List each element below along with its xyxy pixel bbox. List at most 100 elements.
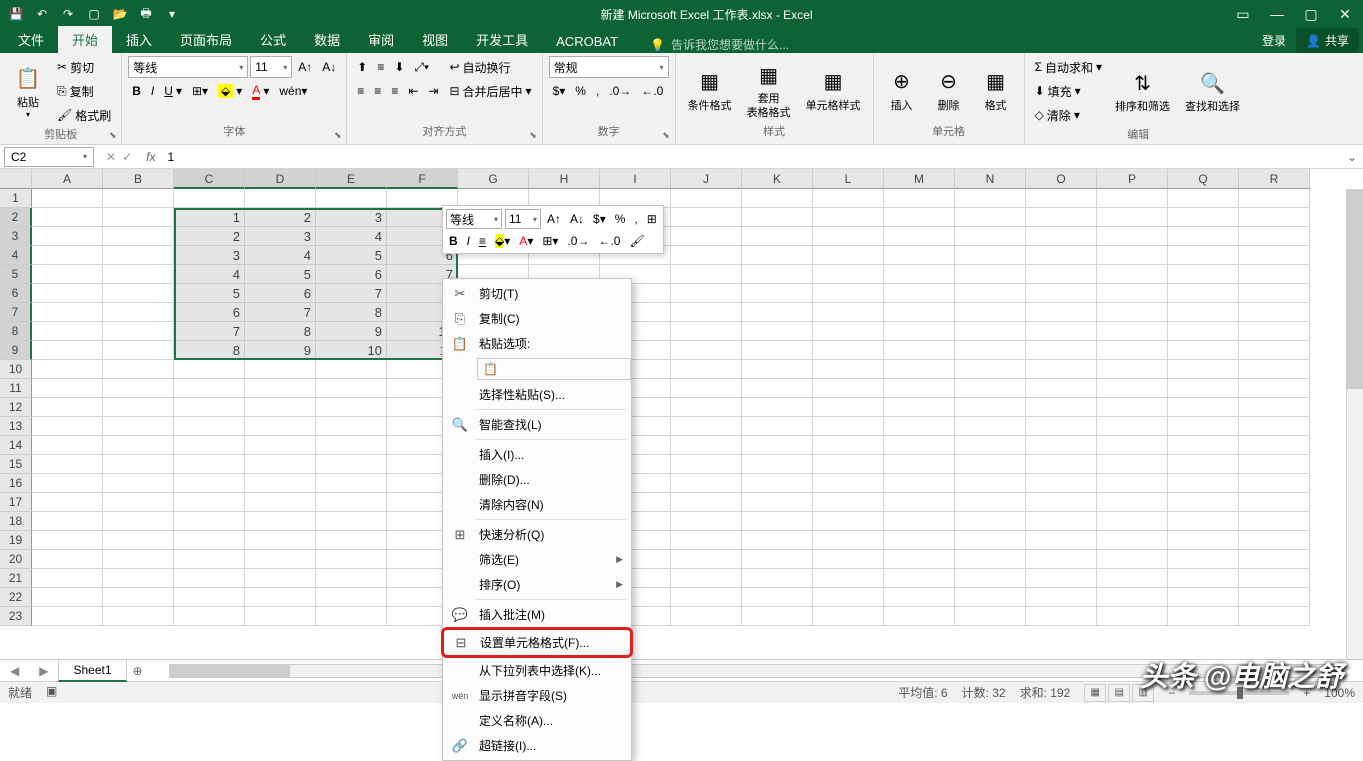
cell-J20[interactable] bbox=[671, 550, 742, 569]
cell-P13[interactable] bbox=[1097, 417, 1168, 436]
cell-L3[interactable] bbox=[813, 227, 884, 246]
mini-font-color[interactable]: A▾ bbox=[516, 232, 536, 250]
cell-E5[interactable]: 6 bbox=[316, 265, 387, 284]
mini-shrink-font[interactable]: A↓ bbox=[567, 210, 587, 228]
cell-R1[interactable] bbox=[1239, 189, 1310, 208]
cell-K7[interactable] bbox=[742, 303, 813, 322]
col-header-M[interactable]: M bbox=[884, 169, 955, 189]
cell-N4[interactable] bbox=[955, 246, 1026, 265]
cell-P7[interactable] bbox=[1097, 303, 1168, 322]
cell-E20[interactable] bbox=[316, 550, 387, 569]
print-icon[interactable]: 🖶 bbox=[134, 3, 158, 25]
fx-icon[interactable]: fx bbox=[140, 150, 161, 164]
cell-E6[interactable]: 7 bbox=[316, 284, 387, 303]
tab-insert[interactable]: 插入 bbox=[112, 26, 166, 53]
cell-B9[interactable] bbox=[103, 341, 174, 360]
cell-C22[interactable] bbox=[174, 588, 245, 607]
cell-N13[interactable] bbox=[955, 417, 1026, 436]
cell-A20[interactable] bbox=[32, 550, 103, 569]
tab-formulas[interactable]: 公式 bbox=[246, 26, 300, 53]
insert-cells-button[interactable]: ⊕插入 bbox=[880, 56, 924, 123]
delete-cells-button[interactable]: ⊖删除 bbox=[927, 56, 971, 123]
ctx-define-name[interactable]: 定义名称(A)... bbox=[443, 708, 631, 733]
row-header-3[interactable]: 3 bbox=[0, 227, 32, 246]
cell-O18[interactable] bbox=[1026, 512, 1097, 531]
font-name-combo[interactable]: 等线▾ bbox=[128, 56, 248, 78]
cell-B15[interactable] bbox=[103, 455, 174, 474]
cell-C2[interactable]: 1 bbox=[174, 208, 245, 227]
cell-R18[interactable] bbox=[1239, 512, 1310, 531]
cell-Q3[interactable] bbox=[1168, 227, 1239, 246]
cell-R9[interactable] bbox=[1239, 341, 1310, 360]
cell-M5[interactable] bbox=[884, 265, 955, 284]
col-header-B[interactable]: B bbox=[103, 169, 174, 189]
cell-K15[interactable] bbox=[742, 455, 813, 474]
cell-N5[interactable] bbox=[955, 265, 1026, 284]
ctx-sort[interactable]: 排序(O)▶ bbox=[443, 572, 631, 597]
col-header-N[interactable]: N bbox=[955, 169, 1026, 189]
cell-P23[interactable] bbox=[1097, 607, 1168, 626]
cell-M14[interactable] bbox=[884, 436, 955, 455]
cell-Q23[interactable] bbox=[1168, 607, 1239, 626]
cell-M2[interactable] bbox=[884, 208, 955, 227]
row-header-18[interactable]: 18 bbox=[0, 512, 32, 531]
cell-J23[interactable] bbox=[671, 607, 742, 626]
cell-L16[interactable] bbox=[813, 474, 884, 493]
cell-M16[interactable] bbox=[884, 474, 955, 493]
align-center-button[interactable]: ≡ bbox=[370, 80, 385, 102]
row-header-7[interactable]: 7 bbox=[0, 303, 32, 322]
cell-R22[interactable] bbox=[1239, 588, 1310, 607]
cell-C1[interactable] bbox=[174, 189, 245, 208]
cell-P22[interactable] bbox=[1097, 588, 1168, 607]
cell-Q20[interactable] bbox=[1168, 550, 1239, 569]
cell-R21[interactable] bbox=[1239, 569, 1310, 588]
cell-A18[interactable] bbox=[32, 512, 103, 531]
percent-button[interactable]: % bbox=[571, 80, 590, 102]
cell-N23[interactable] bbox=[955, 607, 1026, 626]
cell-A15[interactable] bbox=[32, 455, 103, 474]
cell-M18[interactable] bbox=[884, 512, 955, 531]
cell-B19[interactable] bbox=[103, 531, 174, 550]
cell-E1[interactable] bbox=[316, 189, 387, 208]
cell-P17[interactable] bbox=[1097, 493, 1168, 512]
cell-Q8[interactable] bbox=[1168, 322, 1239, 341]
ctx-cut[interactable]: ✂剪切(T) bbox=[443, 281, 631, 306]
cell-N15[interactable] bbox=[955, 455, 1026, 474]
cell-L22[interactable] bbox=[813, 588, 884, 607]
cell-R16[interactable] bbox=[1239, 474, 1310, 493]
cell-B12[interactable] bbox=[103, 398, 174, 417]
format-cells-button[interactable]: ▦格式 bbox=[974, 56, 1018, 123]
cell-K5[interactable] bbox=[742, 265, 813, 284]
cell-C17[interactable] bbox=[174, 493, 245, 512]
cell-B21[interactable] bbox=[103, 569, 174, 588]
mini-border2[interactable]: ⊞▾ bbox=[539, 232, 561, 250]
row-header-8[interactable]: 8 bbox=[0, 322, 32, 341]
cell-A7[interactable] bbox=[32, 303, 103, 322]
cell-E8[interactable]: 9 bbox=[316, 322, 387, 341]
cell-O3[interactable] bbox=[1026, 227, 1097, 246]
cancel-formula-icon[interactable]: ✕ bbox=[106, 150, 116, 164]
cell-J2[interactable] bbox=[671, 208, 742, 227]
cell-E18[interactable] bbox=[316, 512, 387, 531]
cell-O14[interactable] bbox=[1026, 436, 1097, 455]
cell-D8[interactable]: 8 bbox=[245, 322, 316, 341]
cell-A16[interactable] bbox=[32, 474, 103, 493]
cell-K17[interactable] bbox=[742, 493, 813, 512]
cell-N14[interactable] bbox=[955, 436, 1026, 455]
col-header-E[interactable]: E bbox=[316, 169, 387, 189]
cell-Q21[interactable] bbox=[1168, 569, 1239, 588]
cell-E12[interactable] bbox=[316, 398, 387, 417]
cell-K11[interactable] bbox=[742, 379, 813, 398]
ctx-show-phonetic[interactable]: wén显示拼音字段(S) bbox=[443, 683, 631, 708]
fill-color-button[interactable]: ⬙▾ bbox=[214, 80, 246, 102]
cell-E17[interactable] bbox=[316, 493, 387, 512]
row-header-6[interactable]: 6 bbox=[0, 284, 32, 303]
col-header-P[interactable]: P bbox=[1097, 169, 1168, 189]
cell-C14[interactable] bbox=[174, 436, 245, 455]
maximize-icon[interactable]: ▢ bbox=[1297, 3, 1325, 25]
mini-dec-dec[interactable]: ←.0 bbox=[595, 232, 623, 250]
cell-D11[interactable] bbox=[245, 379, 316, 398]
cell-D15[interactable] bbox=[245, 455, 316, 474]
row-header-20[interactable]: 20 bbox=[0, 550, 32, 569]
mini-size-combo[interactable]: 11▾ bbox=[505, 209, 541, 229]
